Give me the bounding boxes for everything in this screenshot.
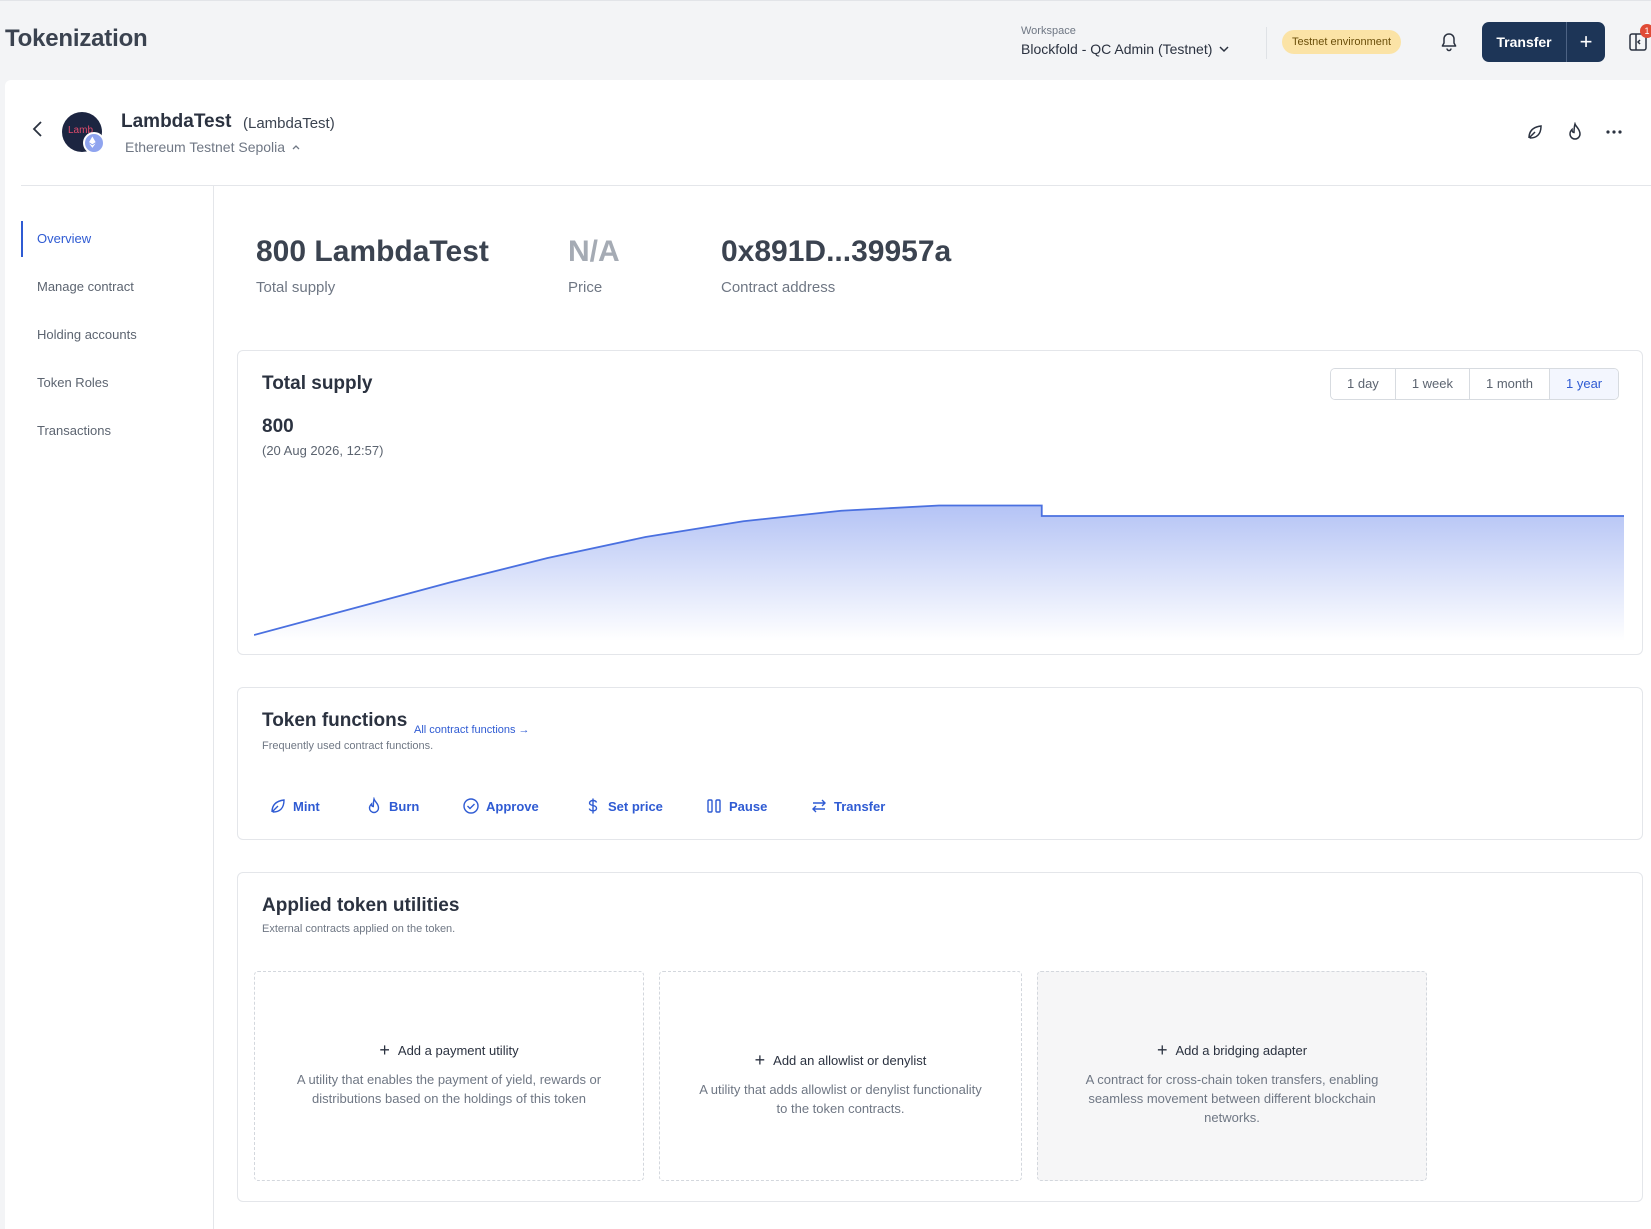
approve-button[interactable]: Approve [462,793,539,819]
environment-badge: Testnet environment [1282,30,1402,54]
util-header: + Add an allowlist or denylist [660,1050,1021,1071]
plus-icon: + [754,1050,766,1070]
approve-label: Approve [486,798,539,814]
burn-button[interactable]: Burn [365,793,419,819]
token-name: LambdaTest [121,111,232,132]
util-description: A utility that enables the payment of yi… [296,1072,602,1106]
range-1-week[interactable]: 1 week [1395,369,1471,399]
price-value: N/A [568,235,620,268]
divider [1266,27,1267,59]
header-divider [21,185,1651,186]
chevron-down-icon [1219,46,1229,53]
total-supply-card: Total supply 1 day 1 week 1 month 1 year… [237,350,1643,655]
card-title: Token functions [262,710,408,731]
range-1-month[interactable]: 1 month [1470,369,1550,399]
util-label: Add a bridging adapter [1175,1043,1308,1058]
burn-flame-icon[interactable] [1565,122,1585,142]
token-symbol: (LambdaTest) [243,115,335,132]
util-label: Add a payment utility [397,1043,519,1058]
plus-icon[interactable]: + [1567,22,1605,62]
util-header: + Add a bridging adapter [1038,1040,1426,1061]
more-options-icon[interactable] [1604,122,1624,142]
chevron-up-icon [292,145,300,150]
workspace-value: Blockfold - QC Admin (Testnet) [1021,41,1213,57]
card-title: Total supply [262,373,373,394]
network-selector[interactable]: Ethereum Testnet Sepolia [125,139,301,155]
card-subtitle: Frequently used contract functions. [262,740,434,752]
set-price-label: Set price [608,798,663,814]
sidebar-item-transactions[interactable]: Transactions [21,413,211,449]
card-title: Applied token utilities [262,895,460,916]
all-contract-functions-link[interactable]: All contract functions → [414,724,530,736]
mint-label: Mint [293,798,320,814]
transfer-button-label: Transfer [1496,34,1552,50]
current-supply-value: 800 [262,416,294,437]
util-description: A utility that adds allowlist or denylis… [699,1082,982,1116]
range-1-year[interactable]: 1 year [1550,369,1619,399]
bell-icon[interactable] [1438,31,1460,53]
contract-address-label: Contract address [721,279,836,296]
burn-label: Burn [389,798,420,814]
contract-address-value[interactable]: 0x891D...39957a [721,235,951,269]
sidebar-item-manage-contract[interactable]: Manage contract [21,269,211,305]
util-description: A contract for cross-chain token transfe… [1085,1072,1379,1125]
time-range-selector: 1 day 1 week 1 month 1 year [1330,368,1620,400]
total-supply-value: 800 LambdaTest [256,235,489,268]
total-supply-label: Total supply [256,279,336,296]
sidebar-item-overview[interactable]: Overview [21,221,211,257]
token-utilities-card: Applied token utilities External contrac… [237,872,1643,1202]
dollar-icon [588,798,598,814]
sidebar-item-token-roles[interactable]: Token Roles [21,365,211,401]
pause-button[interactable]: Pause [705,793,767,819]
util-label: Add an allowlist or denylist [773,1053,927,1068]
sidebar-item-holding-accounts[interactable]: Holding accounts [21,317,211,353]
transfer-function-label: Transfer [834,798,886,814]
app-title: Tokenization [5,25,148,52]
transfer-function-button[interactable]: Transfer [810,793,885,819]
util-header: + Add a payment utility [255,1040,643,1061]
leaf-icon [271,799,285,813]
workspace-selector[interactable]: Blockfold - QC Admin (Testnet) [1021,41,1230,57]
pause-icon [707,799,721,813]
supply-area-fill [254,505,1624,641]
current-supply-date: (20 Aug 2026, 12:57) [262,443,384,458]
plus-icon: + [379,1040,390,1060]
add-payment-utility-card[interactable]: + Add a payment utility A utility that e… [254,971,644,1181]
token-functions-card: Token functions All contract functions →… [237,687,1643,840]
range-1-day[interactable]: 1 day [1331,369,1396,399]
plus-icon: + [1156,1040,1168,1060]
card-subtitle: External contracts applied on the token. [262,923,456,935]
back-arrow-icon[interactable] [27,118,49,140]
main-panel: Lamb LambdaTest (LambdaTest) Ethereum Te… [5,80,1651,1229]
transfer-button[interactable]: Transfer + [1482,22,1605,62]
notification-badge: 1 [1640,24,1651,38]
sidebar-nav: Overview Manage contract Holding account… [21,185,214,1229]
add-allowlist-card[interactable]: + Add an allowlist or denylist A utility… [659,971,1022,1181]
flame-icon [368,797,380,814]
mint-leaf-icon[interactable] [1525,122,1545,142]
workspace-label: Workspace [1021,25,1076,37]
price-label: Price [568,279,603,296]
set-price-button[interactable]: Set price [584,793,663,819]
check-circle-icon [463,798,479,814]
swap-arrows-icon [812,799,826,813]
supply-area-chart [254,504,1624,641]
network-name: Ethereum Testnet Sepolia [125,139,286,155]
mint-button[interactable]: Mint [269,793,320,819]
ethereum-icon [83,132,105,154]
pause-label: Pause [729,798,768,814]
add-bridging-adapter-card[interactable]: + Add a bridging adapter A contract for … [1037,971,1427,1181]
top-bar: Tokenization Workspace Blockfold - QC Ad… [0,0,1651,80]
